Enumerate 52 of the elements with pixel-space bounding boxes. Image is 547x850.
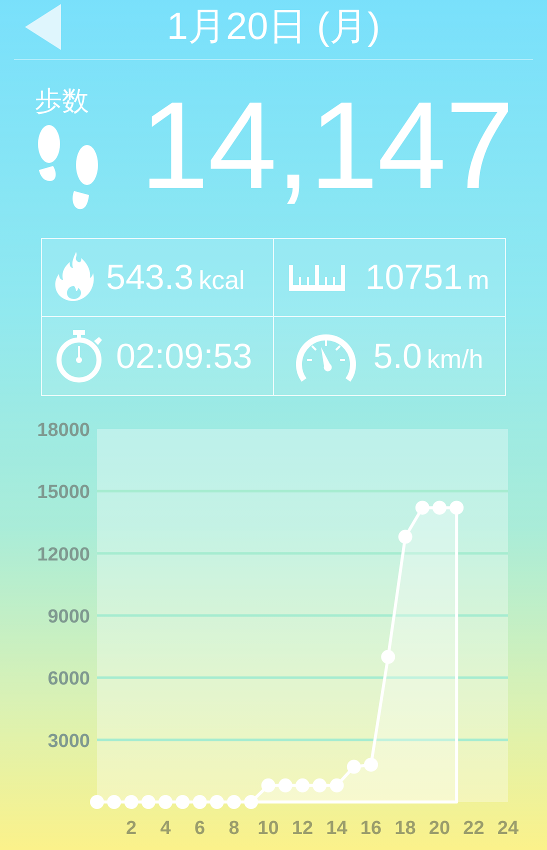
data-point (432, 500, 446, 515)
data-point (330, 778, 344, 792)
data-point (210, 795, 224, 809)
x-axis-label: 6 (194, 818, 206, 839)
data-point (261, 778, 276, 792)
data-point (124, 795, 138, 809)
stat-value: 543.3 (106, 260, 194, 295)
stat-unit: km/h (426, 346, 484, 372)
back-arrow-icon[interactable] (25, 4, 61, 50)
y-axis-label: 3000 (48, 730, 90, 752)
x-axis-label: 10 (258, 818, 279, 839)
y-axis-label: 12000 (37, 544, 90, 566)
data-point (227, 795, 241, 809)
data-point (244, 795, 258, 809)
data-point (90, 795, 104, 809)
data-point (450, 500, 464, 515)
stat-unit: m (468, 267, 490, 293)
x-axis-label: 22 (463, 818, 484, 839)
date-title: 1月20日 (月) (166, 8, 380, 46)
steps-label: 歩数 (35, 88, 89, 115)
data-point (176, 795, 190, 809)
stat-unit: kcal (198, 267, 245, 293)
data-point (192, 795, 207, 809)
x-axis-label: 20 (428, 818, 450, 839)
x-axis-label: 24 (497, 818, 519, 839)
x-axis-label: 8 (228, 818, 240, 839)
y-axis-label: 15000 (37, 482, 90, 504)
data-point (141, 795, 156, 809)
data-point (312, 778, 327, 792)
data-point (296, 778, 310, 792)
data-point (415, 500, 430, 515)
x-axis-label: 16 (360, 818, 382, 839)
x-axis-label: 18 (394, 818, 416, 839)
y-axis-label: 18000 (37, 420, 90, 441)
stat-value: 5.0 (373, 338, 422, 374)
step-count: 14,147 (140, 84, 514, 208)
x-axis-label: 2 (126, 818, 137, 839)
x-axis-label: 14 (326, 818, 348, 839)
y-axis-label: 9000 (48, 606, 90, 628)
x-axis-label: 4 (160, 818, 171, 839)
data-point (346, 760, 361, 774)
data-point (381, 650, 396, 664)
data-point (398, 530, 412, 544)
data-point (107, 795, 122, 809)
data-point (158, 795, 172, 809)
stat-value: 02:09:53 (116, 338, 252, 374)
y-axis-label: 6000 (48, 668, 90, 690)
stopwatch-icon (54, 328, 104, 384)
x-axis-label: 12 (292, 818, 314, 839)
data-point (364, 758, 378, 772)
stat-value: 10751 (365, 260, 463, 295)
data-point (278, 778, 292, 792)
